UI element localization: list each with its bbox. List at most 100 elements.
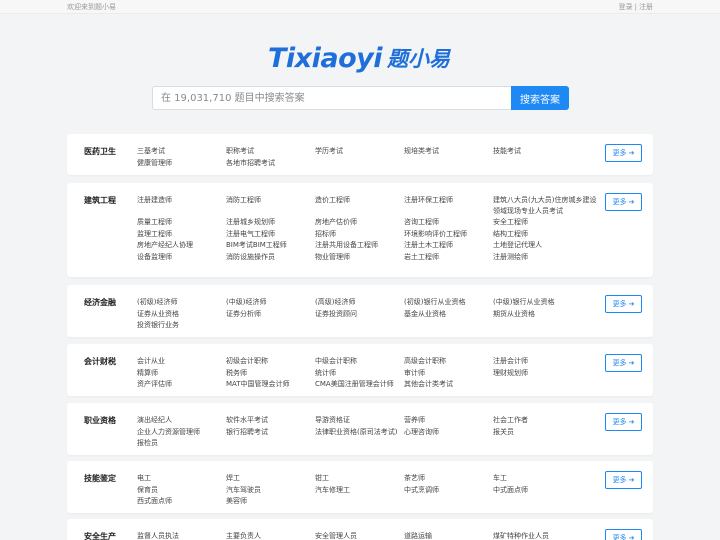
- exam-link[interactable]: (初级)银行从业资格: [404, 297, 493, 308]
- exam-link[interactable]: 安全工程师: [493, 217, 597, 228]
- exam-link[interactable]: CMA美国注册管理会计师: [315, 379, 404, 390]
- exam-link[interactable]: 学历考试: [315, 146, 404, 157]
- exam-link[interactable]: 煤矿特种作业人员: [493, 531, 597, 540]
- search-input[interactable]: [152, 86, 511, 110]
- more-button[interactable]: 更多 ➔: [605, 295, 642, 313]
- exam-link[interactable]: 证券分析师: [226, 309, 315, 320]
- exam-link[interactable]: 注册共用设备工程师: [315, 240, 404, 251]
- exam-link[interactable]: (初级)经济师: [137, 297, 226, 308]
- exam-link[interactable]: 道路运输: [404, 531, 493, 540]
- exam-link[interactable]: 初级会计职称: [226, 356, 315, 367]
- exam-link[interactable]: 软件水平考试: [226, 415, 315, 426]
- register-link[interactable]: 注册: [639, 3, 653, 11]
- exam-link[interactable]: 三基考试: [137, 146, 226, 157]
- exam-link[interactable]: 消防工程师: [226, 195, 315, 216]
- exam-link[interactable]: 房地产经纪人协理: [137, 240, 226, 251]
- exam-link[interactable]: (中级)经济师: [226, 297, 315, 308]
- more-button[interactable]: 更多 ➔: [605, 354, 642, 372]
- exam-link[interactable]: 各地市招聘考试: [226, 158, 315, 169]
- more-button[interactable]: 更多 ➔: [605, 413, 642, 431]
- category-title[interactable]: 技能鉴定: [84, 473, 116, 484]
- exam-link[interactable]: 企业人力资源管理师: [137, 427, 226, 438]
- exam-link[interactable]: 土地登记代理人: [493, 240, 597, 251]
- exam-link[interactable]: 岩土工程师: [404, 252, 493, 263]
- exam-link[interactable]: 注册建造师: [137, 195, 226, 216]
- exam-link[interactable]: 期货从业资格: [493, 309, 597, 320]
- exam-link[interactable]: 质量工程师: [137, 217, 226, 228]
- exam-link[interactable]: 审计师: [404, 368, 493, 379]
- exam-link[interactable]: 技能考试: [493, 146, 597, 157]
- exam-link[interactable]: 监督人员执法: [137, 531, 226, 540]
- exam-link[interactable]: 证券从业资格: [137, 309, 226, 320]
- exam-link[interactable]: 规培类考试: [404, 146, 493, 157]
- exam-link[interactable]: 报关员: [493, 427, 597, 438]
- exam-link[interactable]: 导游资格证: [315, 415, 404, 426]
- more-button[interactable]: 更多 ➔: [605, 144, 642, 162]
- exam-link[interactable]: 社会工作者: [493, 415, 597, 426]
- exam-link[interactable]: 注册环保工程师: [404, 195, 493, 216]
- exam-link[interactable]: 汽车驾驶员: [226, 485, 315, 496]
- exam-link[interactable]: 职称考试: [226, 146, 315, 157]
- login-link[interactable]: 登录: [619, 3, 633, 11]
- exam-link[interactable]: 咨询工程师: [404, 217, 493, 228]
- exam-link[interactable]: BIM考试BIM工程师: [226, 240, 315, 251]
- exam-link[interactable]: 造价工程师: [315, 195, 404, 216]
- exam-link[interactable]: (高级)经济师: [315, 297, 404, 308]
- exam-link[interactable]: 资产评估师: [137, 379, 226, 390]
- exam-link[interactable]: 茶艺师: [404, 473, 493, 484]
- exam-link[interactable]: 理财规划师: [493, 368, 597, 379]
- exam-link[interactable]: 注册土木工程师: [404, 240, 493, 251]
- exam-link[interactable]: 汽车修理工: [315, 485, 404, 496]
- exam-link[interactable]: 会计从业: [137, 356, 226, 367]
- exam-link[interactable]: 基金从业资格: [404, 309, 493, 320]
- exam-link[interactable]: 招标师: [315, 229, 404, 240]
- exam-link[interactable]: 高级会计职称: [404, 356, 493, 367]
- exam-link[interactable]: 保育员: [137, 485, 226, 496]
- more-button[interactable]: 更多 ➔: [605, 529, 642, 540]
- category-title[interactable]: 安全生产: [84, 531, 116, 540]
- category-title[interactable]: 医药卫生: [84, 146, 116, 157]
- exam-link[interactable]: 钳工: [315, 473, 404, 484]
- exam-link[interactable]: 统计师: [315, 368, 404, 379]
- category-title[interactable]: 经济金融: [84, 297, 116, 308]
- exam-link[interactable]: 注册测绘师: [493, 252, 597, 263]
- exam-link[interactable]: 电工: [137, 473, 226, 484]
- exam-link[interactable]: 税务师: [226, 368, 315, 379]
- exam-link[interactable]: 主要负责人: [226, 531, 315, 540]
- exam-link[interactable]: 中式烹调师: [404, 485, 493, 496]
- exam-link[interactable]: 车工: [493, 473, 597, 484]
- exam-link[interactable]: 西式面点师: [137, 496, 226, 507]
- exam-link[interactable]: 消防设施操作员: [226, 252, 315, 263]
- category-title[interactable]: 职业资格: [84, 415, 116, 426]
- exam-link[interactable]: 证券投资顾问: [315, 309, 404, 320]
- exam-link[interactable]: 注册电气工程师: [226, 229, 315, 240]
- exam-link[interactable]: 建筑八大员(九大员)住房城乡建设领域现场专业人员考试: [493, 195, 597, 216]
- more-button[interactable]: 更多 ➔: [605, 471, 642, 489]
- exam-link[interactable]: 中式面点师: [493, 485, 597, 496]
- exam-link[interactable]: 其他会计类考试: [404, 379, 493, 390]
- exam-link[interactable]: 安全管理人员: [315, 531, 404, 540]
- exam-link[interactable]: 房地产估价师: [315, 217, 404, 228]
- search-button[interactable]: 搜索答案: [511, 86, 569, 110]
- exam-link[interactable]: 中级会计职称: [315, 356, 404, 367]
- exam-link[interactable]: 演出经纪人: [137, 415, 226, 426]
- site-logo[interactable]: Tixiaoyi 题小易: [268, 42, 454, 74]
- exam-link[interactable]: 物业管理师: [315, 252, 404, 263]
- exam-link[interactable]: 监理工程师: [137, 229, 226, 240]
- exam-link[interactable]: 焊工: [226, 473, 315, 484]
- exam-link[interactable]: 环境影响评价工程师: [404, 229, 493, 240]
- exam-link[interactable]: 设备监理师: [137, 252, 226, 263]
- exam-link[interactable]: 美容师: [226, 496, 315, 507]
- exam-link[interactable]: 精算师: [137, 368, 226, 379]
- exam-link[interactable]: 营养师: [404, 415, 493, 426]
- category-title[interactable]: 会计财税: [84, 356, 116, 367]
- exam-link[interactable]: (中级)银行从业资格: [493, 297, 597, 308]
- category-title[interactable]: 建筑工程: [84, 195, 116, 206]
- more-button[interactable]: 更多 ➔: [605, 193, 642, 211]
- exam-link[interactable]: 注册城乡规划师: [226, 217, 315, 228]
- exam-link[interactable]: MAT中国管理会计师: [226, 379, 315, 390]
- exam-link[interactable]: 健康管理师: [137, 158, 226, 169]
- exam-link[interactable]: 法律职业资格(原司法考试): [315, 427, 404, 438]
- exam-link[interactable]: 结构工程师: [493, 229, 597, 240]
- exam-link[interactable]: 报检员: [137, 438, 226, 449]
